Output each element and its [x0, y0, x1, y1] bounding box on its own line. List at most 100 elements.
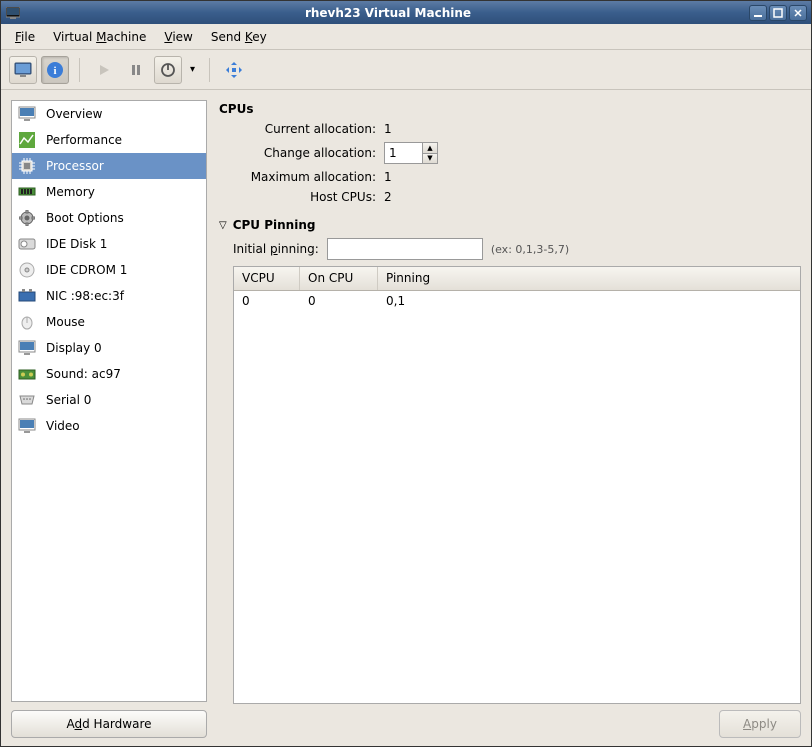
monitor-icon [18, 105, 36, 123]
sidebar-item-ide-cdrom[interactable]: IDE CDROM 1 [12, 257, 206, 283]
content-area: Overview Performance Processor Memory Bo… [1, 90, 811, 746]
table-header: VCPU On CPU Pinning [234, 267, 800, 291]
spinner-up[interactable]: ▲ [423, 143, 437, 154]
table-row[interactable]: 0 0 0,1 [234, 291, 800, 313]
apply-button[interactable]: Apply [719, 710, 801, 738]
performance-icon [18, 131, 36, 149]
sidebar-item-label: IDE CDROM 1 [46, 263, 127, 277]
network-icon [18, 287, 36, 305]
cdrom-icon [18, 261, 36, 279]
add-hardware-button[interactable]: Add Hardware [11, 710, 207, 738]
sidebar-item-label: Boot Options [46, 211, 124, 225]
sidebar-item-label: Video [46, 419, 80, 433]
sidebar-item-mouse[interactable]: Mouse [12, 309, 206, 335]
sidebar-container: Overview Performance Processor Memory Bo… [11, 100, 207, 738]
hardware-sidebar: Overview Performance Processor Memory Bo… [11, 100, 207, 702]
cell-pinning: 0,1 [378, 291, 800, 313]
cpu-allocation-grid: Current allocation: 1 Change allocation:… [229, 122, 801, 204]
maximum-allocation-value: 1 [384, 170, 464, 184]
sidebar-item-memory[interactable]: Memory [12, 179, 206, 205]
pause-button[interactable] [122, 56, 150, 84]
sidebar-item-label: Performance [46, 133, 122, 147]
cell-vcpu: 0 [234, 291, 300, 313]
toolbar-separator [79, 58, 80, 82]
initial-pinning-input[interactable] [327, 238, 483, 260]
svg-text:i: i [53, 65, 56, 77]
sidebar-item-processor[interactable]: Processor [12, 153, 206, 179]
fullscreen-button[interactable] [220, 56, 248, 84]
cpu-pinning-heading: CPU Pinning [233, 218, 316, 232]
menu-label: iew [172, 30, 193, 44]
sidebar-item-label: Sound: ac97 [46, 367, 121, 381]
cpu-icon [18, 157, 36, 175]
menu-send-key[interactable]: Send Key [203, 27, 275, 47]
console-view-button[interactable] [9, 56, 37, 84]
sidebar-item-sound[interactable]: Sound: ac97 [12, 361, 206, 387]
serial-icon [18, 391, 36, 409]
sidebar-item-overview[interactable]: Overview [12, 101, 206, 127]
sound-icon [18, 365, 36, 383]
menu-label: achine [106, 30, 146, 44]
cell-oncpu: 0 [300, 291, 378, 313]
gear-icon [18, 209, 36, 227]
menu-view[interactable]: View [156, 27, 200, 47]
shutdown-menu-arrow[interactable]: ▾ [186, 64, 199, 75]
cpu-pinning-expander[interactable]: ▽ CPU Pinning [219, 218, 801, 232]
app-icon [5, 5, 21, 21]
footer: Apply [219, 704, 801, 738]
sidebar-item-video[interactable]: Video [12, 413, 206, 439]
pinning-hint: (ex: 0,1,3-5,7) [491, 243, 569, 256]
maximize-button[interactable] [769, 5, 787, 21]
sidebar-item-label: Mouse [46, 315, 85, 329]
toolbar-separator [209, 58, 210, 82]
menu-file[interactable]: File [7, 27, 43, 47]
video-icon [18, 417, 36, 435]
sidebar-item-label: Overview [46, 107, 103, 121]
menu-label: ey [252, 30, 266, 44]
run-button[interactable] [90, 56, 118, 84]
current-allocation-value: 1 [384, 122, 464, 136]
sidebar-item-label: Processor [46, 159, 104, 173]
maximum-allocation-label: Maximum allocation: [229, 170, 384, 184]
spinner-down[interactable]: ▼ [423, 154, 437, 164]
details-panel: CPUs Current allocation: 1 Change alloca… [219, 100, 801, 738]
current-allocation-label: Current allocation: [229, 122, 384, 136]
sidebar-item-boot[interactable]: Boot Options [12, 205, 206, 231]
window-title: rhevh23 Virtual Machine [27, 6, 749, 20]
sidebar-item-ide-disk[interactable]: IDE Disk 1 [12, 231, 206, 257]
sidebar-item-display[interactable]: Display 0 [12, 335, 206, 361]
window: rhevh23 Virtual Machine File Virtual Mac… [0, 0, 812, 747]
sidebar-item-nic[interactable]: NIC :98:ec:3f [12, 283, 206, 309]
titlebar: rhevh23 Virtual Machine [1, 1, 811, 24]
change-allocation-label: Change allocation: [229, 146, 384, 160]
expander-triangle-icon: ▽ [219, 220, 227, 231]
details-view-button[interactable]: i [41, 56, 69, 84]
close-button[interactable] [789, 5, 807, 21]
change-allocation-input[interactable] [384, 142, 422, 164]
menu-label: Send [211, 30, 245, 44]
mouse-icon [18, 313, 36, 331]
display-icon [18, 339, 36, 357]
shutdown-button[interactable] [154, 56, 182, 84]
minimize-button[interactable] [749, 5, 767, 21]
sidebar-item-label: NIC :98:ec:3f [46, 289, 124, 303]
menubar: File Virtual Machine View Send Key [1, 24, 811, 50]
host-cpus-label: Host CPUs: [229, 190, 384, 204]
sidebar-item-serial[interactable]: Serial 0 [12, 387, 206, 413]
initial-pinning-label: Initial pinning: [233, 242, 319, 256]
pinning-table: VCPU On CPU Pinning 0 0 0,1 [233, 266, 801, 704]
table-body: 0 0 0,1 [234, 291, 800, 703]
initial-pinning-row: Initial pinning: (ex: 0,1,3-5,7) [233, 238, 801, 260]
change-allocation-spinner[interactable]: ▲ ▼ [384, 142, 438, 164]
col-vcpu[interactable]: VCPU [234, 267, 300, 290]
col-pinning[interactable]: Pinning [378, 267, 800, 290]
col-oncpu[interactable]: On CPU [300, 267, 378, 290]
memory-icon [18, 183, 36, 201]
menu-label: ile [21, 30, 35, 44]
host-cpus-value: 2 [384, 190, 464, 204]
sidebar-item-label: IDE Disk 1 [46, 237, 107, 251]
sidebar-item-performance[interactable]: Performance [12, 127, 206, 153]
disk-icon [18, 235, 36, 253]
sidebar-item-label: Memory [46, 185, 95, 199]
menu-virtual-machine[interactable]: Virtual Machine [45, 27, 154, 47]
